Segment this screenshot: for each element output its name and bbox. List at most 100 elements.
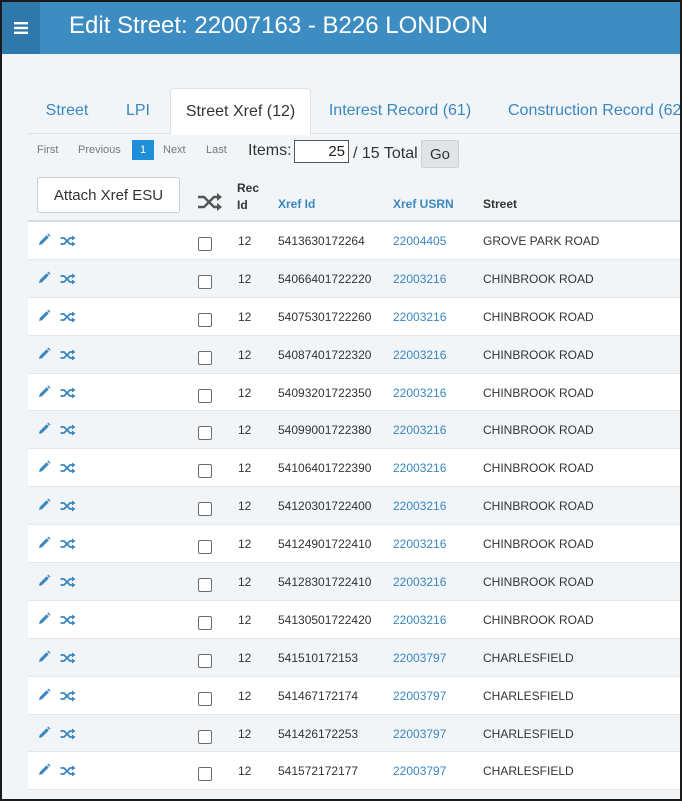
shuffle-icon[interactable] (60, 348, 76, 366)
tab-street[interactable]: Street (28, 88, 106, 134)
cell-xref-usrn-link[interactable]: 22003797 (393, 727, 446, 741)
cell-xref-usrn-link[interactable]: 22003216 (393, 613, 446, 627)
table-row: 12 54075301722260 22003216 CHINBROOK ROAD (28, 297, 680, 336)
shuffle-icon[interactable] (60, 423, 76, 441)
shuffle-icon[interactable] (60, 386, 76, 404)
tab-street-xref[interactable]: Street Xref (12) (170, 88, 311, 135)
shuffle-icon[interactable] (60, 575, 76, 593)
cell-street: CHARLESFIELD (483, 688, 574, 703)
shuffle-icon[interactable] (60, 272, 76, 290)
row-checkbox[interactable] (198, 237, 212, 251)
pencil-icon[interactable] (37, 422, 51, 441)
shuffle-icon[interactable] (60, 310, 76, 328)
row-checkbox[interactable] (198, 729, 212, 744)
cell-xref-usrn-link[interactable]: 22003216 (393, 461, 446, 475)
pager-first-link[interactable]: First (37, 144, 58, 156)
go-button[interactable]: Go (421, 140, 459, 168)
shuffle-icon[interactable] (60, 499, 76, 517)
cell-xref-id: 541572172177 (278, 764, 359, 779)
pencil-icon[interactable] (37, 498, 51, 517)
cell-xref-id: 54106401722390 (278, 461, 372, 476)
pencil-icon[interactable] (37, 271, 51, 290)
row-checkbox[interactable] (198, 464, 212, 479)
row-checkbox[interactable] (198, 578, 212, 593)
cell-street: CHARLESFIELD (483, 650, 574, 665)
cell-street: CHINBROOK ROAD (483, 385, 594, 400)
cell-xref-id: 541467172174 (278, 688, 359, 703)
table-body: 12 5413630172264 22004405 GROVE PARK ROAD 12… (28, 222, 680, 791)
pencil-icon[interactable] (37, 536, 51, 555)
table-row: 12 54093201722350 22003216 CHINBROOK ROAD (28, 373, 680, 412)
pager-previous-link[interactable]: Previous (78, 144, 121, 156)
tab-lpi[interactable]: LPI (108, 88, 168, 134)
attach-xref-esu-button[interactable]: Attach Xref ESU (37, 177, 180, 213)
pager-current-page[interactable]: 1 (132, 140, 154, 160)
cell-xref-usrn-link[interactable]: 22003216 (393, 310, 446, 324)
cell-rec-id: 12 (238, 309, 252, 324)
row-checkbox[interactable] (198, 540, 212, 555)
shuffle-icon[interactable] (197, 192, 223, 212)
items-per-page-input[interactable] (294, 140, 349, 163)
pagination: First Previous 1 Next Last (30, 140, 250, 162)
row-checkbox[interactable] (198, 350, 212, 365)
tab-construction-record[interactable]: Construction Record (62) (496, 88, 680, 134)
column-header-xref-id[interactable]: Xref Id (278, 197, 315, 211)
cell-xref-usrn-link[interactable]: 22003216 (393, 423, 446, 437)
cell-xref-id: 54087401722320 (278, 347, 372, 362)
page-title: Edit Street: 22007163 - B226 LONDON (69, 12, 488, 39)
cell-xref-usrn-link[interactable]: 22003216 (393, 575, 446, 589)
row-checkbox[interactable] (198, 388, 212, 403)
shuffle-icon[interactable] (60, 764, 76, 782)
table-row: 12 54099001722380 22003216 CHINBROOK ROAD (28, 411, 680, 450)
row-checkbox[interactable] (198, 615, 212, 630)
pencil-icon[interactable] (37, 347, 51, 366)
pencil-icon[interactable] (37, 233, 51, 252)
cell-xref-usrn-link[interactable]: 22003216 (393, 537, 446, 551)
row-checkbox[interactable] (198, 502, 212, 517)
cell-xref-usrn-link[interactable]: 22003216 (393, 348, 446, 362)
tab-interest-record[interactable]: Interest Record (61) (317, 88, 483, 134)
cell-xref-usrn-link[interactable]: 22003797 (393, 651, 446, 665)
app-window: Edit Street: 22007163 - B226 LONDON Stre… (0, 0, 682, 801)
pencil-icon[interactable] (37, 763, 51, 782)
cell-rec-id: 12 (238, 764, 252, 779)
cell-xref-usrn-link[interactable]: 22003216 (393, 272, 446, 286)
row-checkbox[interactable] (198, 691, 212, 706)
shuffle-icon[interactable] (60, 234, 76, 252)
pager-last-link[interactable]: Last (206, 144, 227, 156)
pencil-icon[interactable] (37, 574, 51, 593)
shuffle-icon[interactable] (60, 613, 76, 631)
pencil-icon[interactable] (37, 385, 51, 404)
row-checkbox[interactable] (198, 426, 212, 441)
pager-next-link[interactable]: Next (163, 144, 186, 156)
table-row: 12 54130501722420 22003216 CHINBROOK ROAD (28, 600, 680, 639)
pencil-icon[interactable] (37, 309, 51, 328)
pencil-icon[interactable] (37, 612, 51, 631)
cell-xref-usrn-link[interactable]: 22003216 (393, 386, 446, 400)
row-checkbox[interactable] (198, 767, 212, 782)
column-header-xref-usrn[interactable]: Xref USRN (393, 197, 454, 211)
cell-xref-usrn-link[interactable]: 22003797 (393, 689, 446, 703)
pencil-icon[interactable] (37, 650, 51, 669)
cell-street: CHINBROOK ROAD (483, 575, 594, 590)
column-header-street: Street (483, 197, 518, 211)
cell-xref-usrn-link[interactable]: 22004405 (393, 234, 446, 248)
shuffle-icon[interactable] (60, 651, 76, 669)
shuffle-icon[interactable] (60, 689, 76, 707)
cell-rec-id: 12 (238, 650, 252, 665)
shuffle-icon[interactable] (60, 461, 76, 479)
cell-xref-usrn-link[interactable]: 22003797 (393, 764, 446, 778)
pencil-icon[interactable] (37, 726, 51, 745)
row-checkbox[interactable] (198, 312, 212, 327)
cell-xref-id: 54120301722400 (278, 499, 372, 514)
pencil-icon[interactable] (37, 460, 51, 479)
row-checkbox[interactable] (198, 653, 212, 668)
pencil-icon[interactable] (37, 688, 51, 707)
cell-rec-id: 12 (238, 461, 252, 476)
shuffle-icon[interactable] (60, 727, 76, 745)
cell-xref-usrn-link[interactable]: 22003216 (393, 499, 446, 513)
cell-street: CHINBROOK ROAD (483, 347, 594, 362)
menu-button[interactable] (2, 2, 40, 54)
row-checkbox[interactable] (198, 274, 212, 289)
shuffle-icon[interactable] (60, 537, 76, 555)
